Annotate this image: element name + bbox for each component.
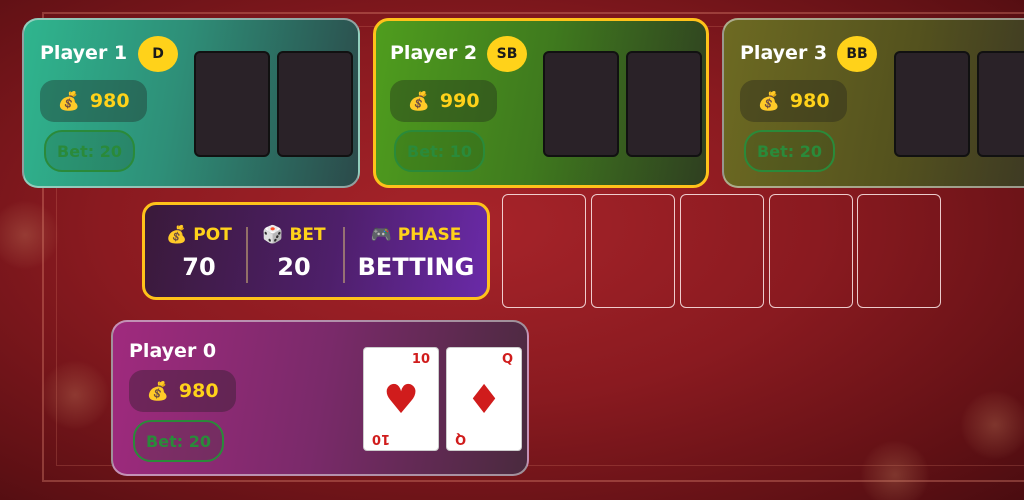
player-card[interactable]: 10 ♥ 10 <box>363 347 439 451</box>
card-rank: Q <box>501 352 513 367</box>
ornament-decoration <box>860 440 930 500</box>
chip-count: 💰 980 <box>129 370 236 412</box>
chip-value: 980 <box>789 90 830 112</box>
community-card-slot <box>591 194 675 308</box>
card-rank: Q <box>455 431 467 446</box>
phase-section: 🎮 PHASE BETTING <box>345 205 487 297</box>
player-name: Player 1 <box>40 42 128 64</box>
money-bag-icon: 💰 <box>407 90 430 112</box>
bet-badge: Bet: 20 <box>44 130 135 172</box>
bet-section: 🎲 BET 20 <box>248 205 340 297</box>
player-name: Player 3 <box>740 42 828 64</box>
player-2-panel: Player 2 SB 💰 990 Bet: 10 <box>373 18 709 188</box>
chip-count: 💰 980 <box>40 80 147 122</box>
bet-value: 20 <box>277 253 311 281</box>
money-bag-icon: 💰 <box>57 90 80 112</box>
community-card-slot <box>680 194 764 308</box>
ornament-decoration <box>0 200 60 270</box>
bet-badge: Bet: 20 <box>744 130 835 172</box>
pot-section: 💰 POT 70 <box>153 205 245 297</box>
player-3-panel: Player 3 BB 💰 980 Bet: 20 <box>722 18 1024 188</box>
diamond-suit-icon: ♦ <box>466 377 502 423</box>
gamepad-icon: 🎮 <box>370 225 392 245</box>
community-card-slot <box>502 194 586 308</box>
player-1-panel: Player 1 D 💰 980 Bet: 20 <box>22 18 360 188</box>
chip-value: 980 <box>89 90 130 112</box>
pot-label: POT <box>193 225 232 245</box>
face-down-card <box>626 51 702 157</box>
face-down-card <box>543 51 619 157</box>
chip-value: 980 <box>178 380 219 402</box>
bet-badge: Bet: 10 <box>394 130 485 172</box>
player-name: Player 0 <box>129 340 217 362</box>
pot-value: 70 <box>182 253 216 281</box>
bet-label: BET <box>289 225 326 245</box>
chip-count: 💰 990 <box>390 80 497 122</box>
card-rank: 10 <box>411 352 430 367</box>
chip-value: 990 <box>439 90 480 112</box>
face-down-card <box>894 51 970 157</box>
player-name: Player 2 <box>390 42 478 64</box>
card-rank: 10 <box>372 431 391 446</box>
face-down-card <box>977 51 1024 157</box>
face-down-card <box>277 51 353 157</box>
community-card-slot <box>769 194 853 308</box>
table-info-box: 💰 POT 70 🎲 BET 20 🎮 PHASE BETTING <box>142 202 490 300</box>
chip-count: 💰 980 <box>740 80 847 122</box>
heart-suit-icon: ♥ <box>383 377 419 423</box>
dealer-badge: D <box>138 36 178 72</box>
money-bag-icon: 💰 <box>757 90 780 112</box>
small-blind-badge: SB <box>487 36 527 72</box>
face-down-card <box>194 51 270 157</box>
big-blind-badge: BB <box>837 36 877 72</box>
bet-badge: Bet: 20 <box>133 420 224 462</box>
ornament-decoration <box>960 390 1024 460</box>
community-card-slot <box>857 194 941 308</box>
money-bag-icon: 💰 <box>146 380 169 402</box>
player-0-panel: Player 0 💰 980 Bet: 20 10 ♥ 10 Q ♦ Q <box>111 320 529 476</box>
ornament-decoration <box>40 360 110 430</box>
money-bag-icon: 💰 <box>166 225 188 245</box>
player-card[interactable]: Q ♦ Q <box>446 347 522 451</box>
phase-value: BETTING <box>357 253 475 281</box>
phase-label: PHASE <box>397 225 462 245</box>
dice-icon: 🎲 <box>262 225 284 245</box>
